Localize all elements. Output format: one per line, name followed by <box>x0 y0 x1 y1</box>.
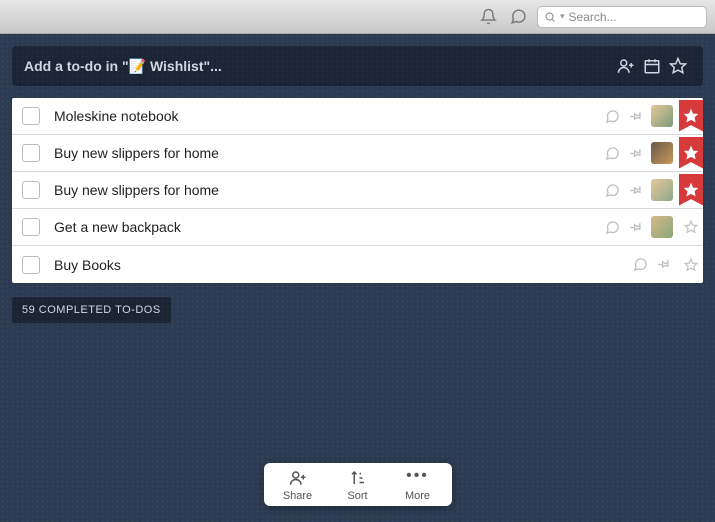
bell-icon[interactable] <box>477 6 499 28</box>
avatar[interactable] <box>651 105 673 127</box>
todo-row[interactable]: Buy Books <box>12 246 703 283</box>
todo-title: Buy Books <box>54 257 633 273</box>
avatar[interactable] <box>651 142 673 164</box>
assign-icon[interactable] <box>613 57 639 75</box>
sort-icon <box>348 469 368 487</box>
star-ribbon[interactable] <box>679 137 703 169</box>
pin-icon[interactable] <box>628 183 643 198</box>
pin-icon[interactable] <box>628 109 643 124</box>
pin-icon[interactable] <box>628 146 643 161</box>
todo-row[interactable]: Get a new backpack <box>12 209 703 246</box>
chevron-down-icon: ▾ <box>560 11 565 22</box>
sort-button[interactable]: Sort <box>328 469 388 502</box>
search-input[interactable]: ▾ Search... <box>537 6 707 28</box>
more-button[interactable]: ••• More <box>388 469 448 502</box>
chat-icon[interactable] <box>507 6 529 28</box>
star-ribbon[interactable] <box>679 100 703 132</box>
checkbox[interactable] <box>22 256 40 274</box>
todo-row[interactable]: Moleskine notebook <box>12 98 703 135</box>
todo-title: Get a new backpack <box>54 219 605 235</box>
comment-icon[interactable] <box>605 183 620 198</box>
share-icon <box>288 469 308 487</box>
top-bar: ▾ Search... <box>0 0 715 34</box>
checkbox[interactable] <box>22 181 40 199</box>
add-todo-placeholder: Add a to-do in "📝 Wishlist"... <box>24 58 222 75</box>
share-label: Share <box>283 490 312 502</box>
sort-label: Sort <box>347 490 367 502</box>
comment-icon[interactable] <box>605 109 620 124</box>
todo-title: Buy new slippers for home <box>54 182 605 198</box>
todo-title: Moleskine notebook <box>54 108 605 124</box>
avatar[interactable] <box>651 179 673 201</box>
completed-count[interactable]: 59 COMPLETED TO-DOS <box>12 297 171 323</box>
more-label: More <box>405 490 430 502</box>
avatar[interactable] <box>651 216 673 238</box>
comment-icon[interactable] <box>633 257 648 272</box>
checkbox[interactable] <box>22 218 40 236</box>
pin-icon[interactable] <box>628 220 643 235</box>
pin-icon[interactable] <box>656 257 671 272</box>
todo-row[interactable]: Buy new slippers for home <box>12 172 703 209</box>
star-ribbon[interactable] <box>679 209 703 245</box>
search-placeholder: Search... <box>569 10 617 24</box>
todo-row[interactable]: Buy new slippers for home <box>12 135 703 172</box>
more-icon: ••• <box>406 469 429 487</box>
star-icon[interactable] <box>665 57 691 75</box>
todo-title: Buy new slippers for home <box>54 145 605 161</box>
comment-icon[interactable] <box>605 146 620 161</box>
search-icon <box>544 11 556 23</box>
bottom-toolbar: Share Sort ••• More <box>264 463 452 506</box>
comment-icon[interactable] <box>605 220 620 235</box>
add-todo-input[interactable]: Add a to-do in "📝 Wishlist"... <box>12 46 703 86</box>
star-ribbon[interactable] <box>679 174 703 206</box>
todo-list: Moleskine notebook Buy new slippers for h… <box>12 98 703 283</box>
main-surface: Add a to-do in "📝 Wishlist"... Moleskine… <box>0 34 715 522</box>
star-ribbon[interactable] <box>679 246 703 283</box>
checkbox[interactable] <box>22 144 40 162</box>
share-button[interactable]: Share <box>268 469 328 502</box>
checkbox[interactable] <box>22 107 40 125</box>
calendar-icon[interactable] <box>639 57 665 75</box>
